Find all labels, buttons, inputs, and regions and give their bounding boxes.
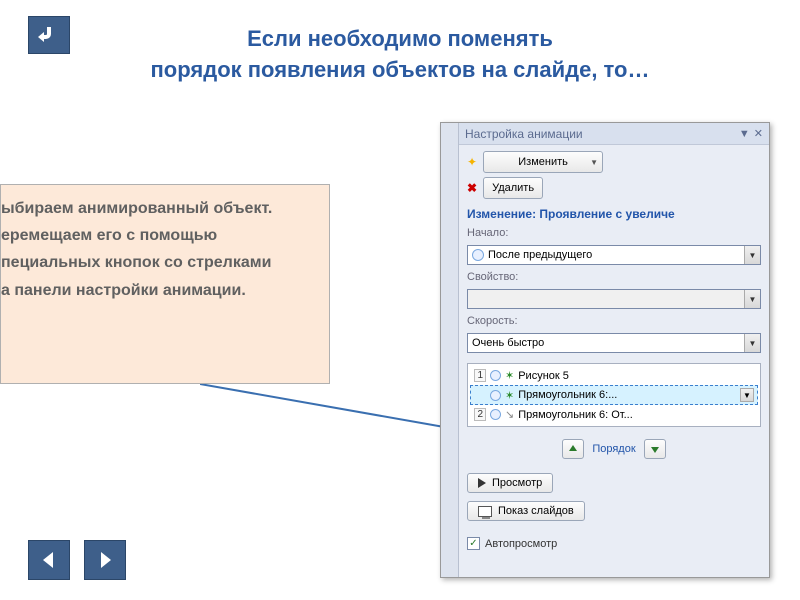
reorder-up-button[interactable] [562,439,584,459]
chevron-down-icon[interactable]: ▼ [744,334,760,352]
autopreview-label: Автопросмотр [485,538,557,550]
clock-icon [490,409,501,420]
close-icon[interactable]: ✕ [754,127,763,140]
screen-icon [478,506,492,517]
start-label: Начало: [467,227,761,239]
autopreview-checkbox[interactable]: ✓ [467,537,480,550]
effect-icon: ↘ [505,408,514,421]
property-label: Свойство: [467,271,761,283]
effect-icon: ✶ [505,369,514,382]
remove-icon: ✖ [467,181,477,195]
prev-slide-button[interactable] [28,540,70,580]
panel-header: Настройка анимации ▼ ✕ [459,123,769,145]
order-label: Порядок [592,443,635,455]
clock-icon [490,370,501,381]
chevron-down-icon: ▼ [590,158,598,167]
list-item-selected[interactable]: 0 ✶ Прямоугольник 6:... ▼ [470,385,758,405]
instruction-line-1: ыбираем анимированный объект. [1,195,321,222]
title-line-1: Если необходимо поменять [60,24,740,55]
list-item[interactable]: 1 ✶ Рисунок 5 [470,366,758,385]
animation-list: 1 ✶ Рисунок 5 0 ✶ Прямоугольник 6:... ▼ … [467,363,761,427]
slideshow-button[interactable]: Показ слайдов [467,501,585,521]
panel-left-strip [441,123,459,577]
speed-combo[interactable]: Очень быстро ▼ [467,333,761,353]
animation-panel-screenshot: Настройка анимации ▼ ✕ ✦ Изменить ▼ ✖ Уд… [440,122,770,578]
item-number: 2 [474,408,486,421]
preview-button[interactable]: Просмотр [467,473,553,493]
effect-icon: ✶ [505,389,514,402]
instruction-textbox: ыбираем анимированный объект. еремещаем … [0,184,330,384]
item-label: Рисунок 5 [518,370,569,382]
reorder-down-button[interactable] [644,439,666,459]
item-label: Прямоугольник 6:... [518,389,617,401]
speed-label: Скорость: [467,315,761,327]
title-line-2: порядок появления объектов на слайде, то… [60,55,740,86]
chevron-down-icon: ▼ [744,290,760,308]
chevron-down-icon[interactable]: ▼ [739,128,750,140]
item-label: Прямоугольник 6: От... [518,409,633,421]
next-slide-button[interactable] [84,540,126,580]
instruction-line-3: пециальных кнопок со стрелками [1,249,321,276]
instruction-line-4: а панели настройки анимации. [1,277,321,304]
slide-title: Если необходимо поменять порядок появлен… [60,24,740,86]
instruction-line-2: еремещаем его с помощью [1,222,321,249]
chevron-down-icon[interactable]: ▼ [744,246,760,264]
panel-title: Настройка анимации [465,127,583,141]
list-item[interactable]: 2 ↘ Прямоугольник 6: От... [470,405,758,424]
change-label: Изменение: Проявление с увеличе [467,207,761,221]
play-icon [478,478,486,488]
remove-button[interactable]: Удалить [483,177,543,199]
clock-icon [472,249,484,261]
item-number: 1 [474,369,486,382]
chevron-down-icon[interactable]: ▼ [740,388,754,402]
start-combo[interactable]: После предыдущего ▼ [467,245,761,265]
star-icon: ✦ [467,155,477,169]
modify-button[interactable]: Изменить ▼ [483,151,603,173]
property-combo: ▼ [467,289,761,309]
clock-icon [490,390,501,401]
